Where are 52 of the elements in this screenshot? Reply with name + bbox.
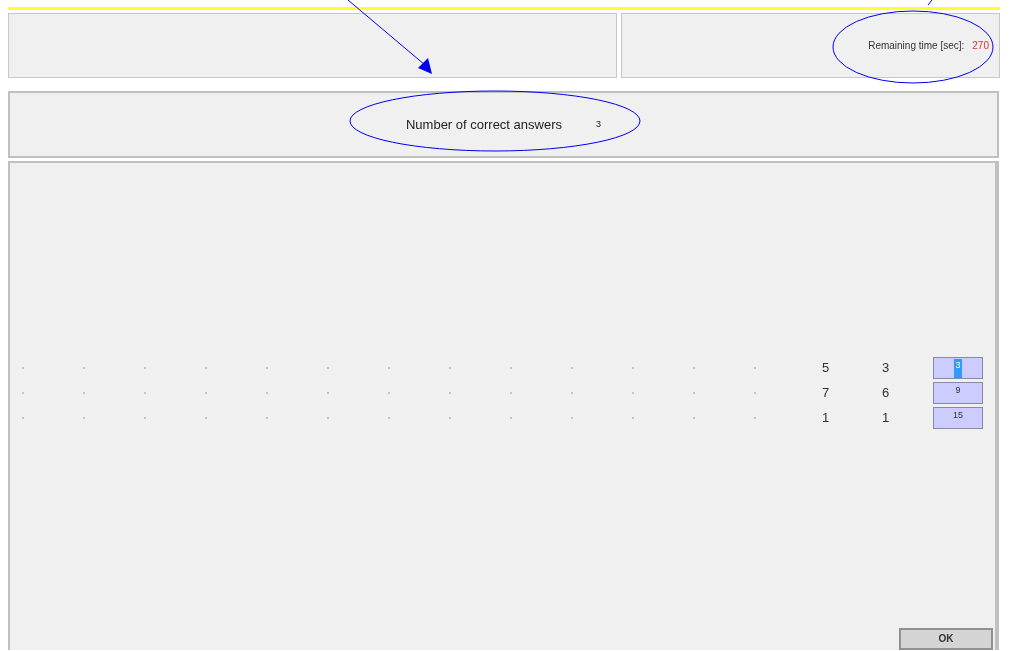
second-number: 1 xyxy=(882,409,891,428)
dot-mark xyxy=(571,392,573,394)
dot-mark xyxy=(144,392,146,394)
dot-mark xyxy=(449,417,451,419)
dot-mark xyxy=(144,417,146,419)
first-number: 1 xyxy=(822,409,831,428)
second-number: 6 xyxy=(882,384,891,403)
timer-label: Remaining time [sec]: xyxy=(868,39,965,53)
dot-mark xyxy=(632,417,634,419)
timer-value: 270 xyxy=(972,39,989,53)
dot-mark xyxy=(83,417,85,419)
first-number: 7 xyxy=(822,384,831,403)
dot-mark xyxy=(388,367,390,369)
ok-button[interactable]: OK xyxy=(899,628,993,650)
dot-mark xyxy=(205,417,207,419)
dot-mark xyxy=(693,367,695,369)
dot-mark xyxy=(327,417,329,419)
dot-mark xyxy=(205,367,207,369)
dot-mark xyxy=(83,367,85,369)
answer-field[interactable]: 15 xyxy=(933,407,983,429)
answer-field[interactable]: 9 xyxy=(933,382,983,404)
dot-mark xyxy=(388,417,390,419)
dot-mark xyxy=(510,367,512,369)
score-label: Number of correct answers xyxy=(405,115,562,134)
dot-mark xyxy=(327,392,329,394)
dot-mark xyxy=(449,367,451,369)
dot-mark xyxy=(754,392,756,394)
dot-mark xyxy=(388,392,390,394)
dot-mark xyxy=(266,367,268,369)
dot-mark xyxy=(693,417,695,419)
dot-mark xyxy=(693,392,695,394)
dot-mark xyxy=(22,367,24,369)
dot-mark xyxy=(22,417,24,419)
dot-mark xyxy=(22,392,24,394)
dot-mark xyxy=(449,392,451,394)
dot-mark xyxy=(754,367,756,369)
dot-mark xyxy=(510,392,512,394)
dot-mark xyxy=(571,367,573,369)
dot-mark xyxy=(266,417,268,419)
first-number: 5 xyxy=(822,359,831,378)
dot-mark xyxy=(632,367,634,369)
score-value: 3 xyxy=(596,117,602,131)
second-number: 3 xyxy=(882,359,891,378)
dot-mark xyxy=(754,417,756,419)
dot-mark xyxy=(205,392,207,394)
dot-mark xyxy=(632,392,634,394)
dot-mark xyxy=(571,417,573,419)
dot-mark xyxy=(327,367,329,369)
dot-mark xyxy=(144,367,146,369)
dot-mark xyxy=(83,392,85,394)
dot-mark xyxy=(266,392,268,394)
dot-mark xyxy=(510,417,512,419)
